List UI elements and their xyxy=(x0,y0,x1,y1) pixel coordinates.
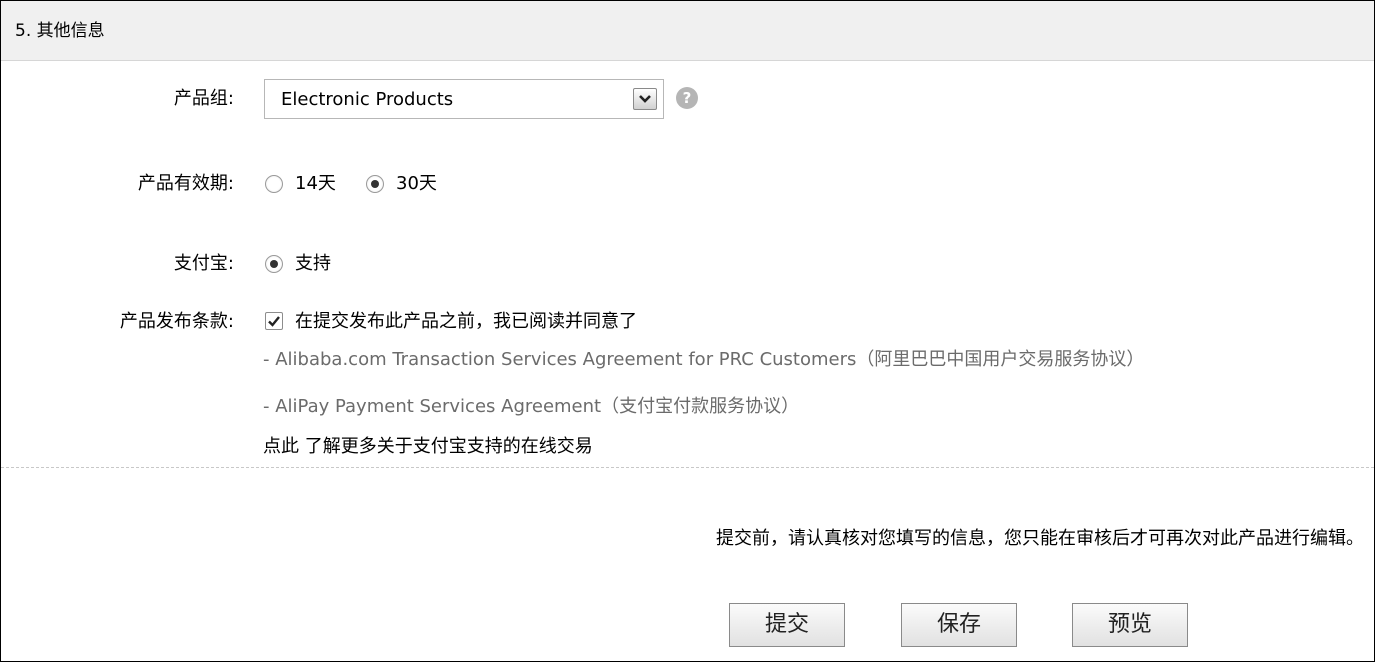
other-info-section: 5. 其他信息 产品组: Electronic Products ? 产品有效期… xyxy=(0,0,1375,662)
terms-label: 产品发布条款: xyxy=(119,311,234,332)
product-group-select[interactable]: Electronic Products xyxy=(264,79,664,119)
learn-more-link[interactable]: 点此 了解更多关于支付宝支持的在线交易 xyxy=(263,436,593,458)
submit-button[interactable]: 提交 xyxy=(729,603,845,647)
preview-button[interactable]: 预览 xyxy=(1072,603,1188,647)
terms-checkbox[interactable] xyxy=(265,312,283,330)
validity-30-radio[interactable] xyxy=(366,175,384,193)
transaction-agreement-link[interactable]: - Alibaba.com Transaction Services Agree… xyxy=(263,349,1144,371)
validity-14-label: 14天 xyxy=(295,173,336,194)
alipay-agreement-link[interactable]: - AliPay Payment Services Agreement（支付宝付… xyxy=(263,396,799,418)
save-button[interactable]: 保存 xyxy=(901,603,1017,647)
validity-label: 产品有效期: xyxy=(137,173,234,194)
terms-checkbox-label: 在提交发布此产品之前，我已阅读并同意了 xyxy=(295,311,637,332)
section-header: 5. 其他信息 xyxy=(1,1,1374,61)
checkmark-icon xyxy=(268,316,280,327)
chevron-down-icon xyxy=(639,95,651,103)
submit-notice: 提交前，请认真核对您填写的信息，您只能在审核后才可再次对此产品进行编辑。 xyxy=(716,528,1364,549)
validity-14-radio[interactable] xyxy=(265,175,283,193)
divider xyxy=(1,467,1374,468)
alipay-support-label: 支持 xyxy=(295,253,331,274)
alipay-support-radio[interactable] xyxy=(265,255,283,273)
dropdown-button[interactable] xyxy=(633,88,657,110)
section-title: 5. 其他信息 xyxy=(15,21,105,41)
product-group-label: 产品组: xyxy=(173,88,234,109)
alipay-label: 支付宝: xyxy=(173,253,234,274)
validity-30-label: 30天 xyxy=(396,173,437,194)
product-group-value: Electronic Products xyxy=(281,89,454,110)
help-icon[interactable]: ? xyxy=(676,87,698,109)
